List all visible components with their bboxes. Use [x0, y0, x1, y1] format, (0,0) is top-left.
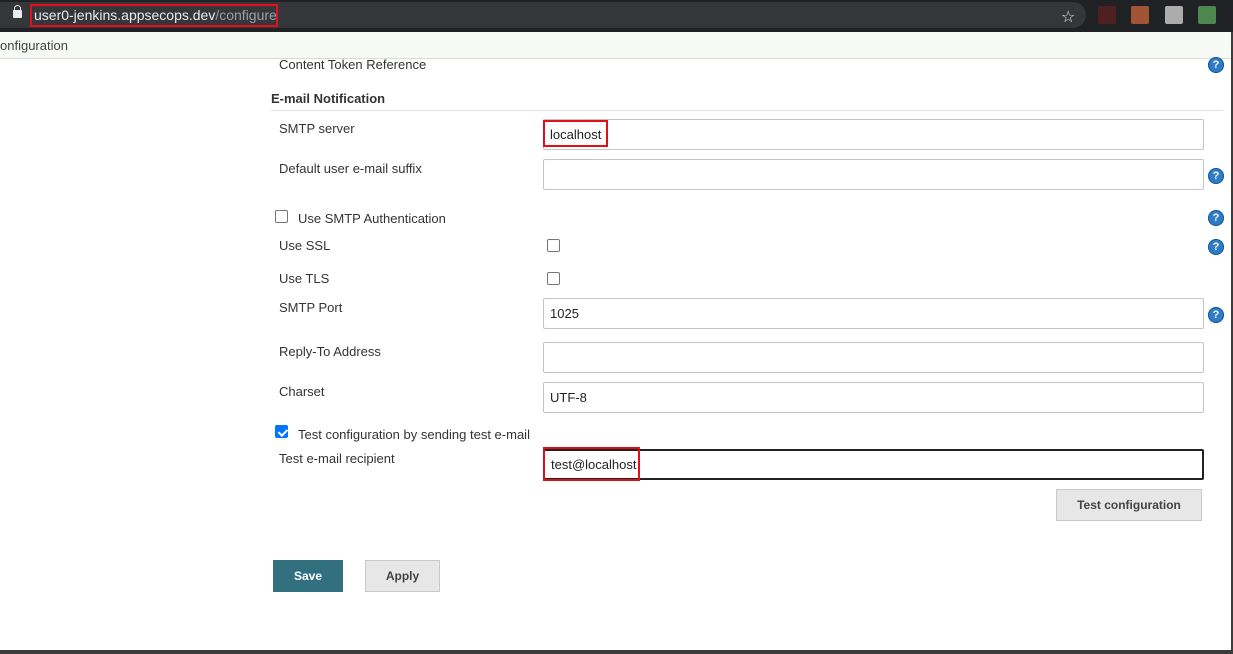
save-button[interactable]: Save: [273, 560, 343, 592]
annotation-box: [543, 120, 608, 147]
url-path: /configure: [215, 7, 277, 23]
help-icon[interactable]: ?: [1208, 210, 1224, 226]
smtp-server-label: SMTP server: [279, 121, 355, 136]
apply-button[interactable]: Apply: [365, 560, 440, 592]
use-tls-label: Use TLS: [279, 271, 330, 286]
help-icon[interactable]: ?: [1208, 307, 1224, 323]
use-ssl-label: Use SSL: [279, 238, 331, 253]
section-title-email-notification: E-mail Notification: [271, 91, 386, 106]
use-tls-checkbox[interactable]: [547, 272, 560, 285]
breadcrumb-bar: onfiguration: [0, 32, 1233, 59]
default-email-suffix-label: Default user e-mail suffix: [279, 161, 422, 176]
breadcrumb-configuration[interactable]: onfiguration: [0, 38, 68, 53]
reply-to-input[interactable]: [543, 342, 1204, 373]
test-email-recipient-input[interactable]: [543, 449, 1204, 480]
reply-to-label: Reply-To Address: [279, 344, 381, 359]
smtp-server-input[interactable]: [543, 119, 1204, 150]
use-ssl-checkbox[interactable]: [547, 239, 560, 252]
extension-icon[interactable]: [1131, 6, 1149, 24]
extension-icon[interactable]: [1098, 6, 1116, 24]
address-bar[interactable]: user0-jenkins.appsecops.dev/configure ☆: [0, 2, 1086, 28]
test-configuration-label: Test configuration by sending test e-mai…: [298, 427, 530, 442]
use-smtp-auth-label: Use SMTP Authentication: [298, 211, 446, 226]
help-icon[interactable]: ?: [1208, 57, 1224, 73]
test-email-recipient-label: Test e-mail recipient: [279, 451, 395, 466]
smtp-port-input[interactable]: [543, 298, 1204, 329]
use-smtp-auth-checkbox[interactable]: [275, 210, 288, 223]
test-configuration-checkbox[interactable]: [275, 425, 288, 438]
section-divider: [271, 110, 1223, 111]
url-text[interactable]: user0-jenkins.appsecops.dev/configure: [34, 7, 277, 23]
smtp-port-label: SMTP Port: [279, 300, 343, 315]
charset-label: Charset: [279, 384, 325, 399]
charset-input[interactable]: [543, 382, 1204, 413]
lock-icon[interactable]: [13, 5, 22, 18]
test-configuration-button[interactable]: Test configuration: [1056, 489, 1202, 521]
extension-icon[interactable]: [1165, 6, 1183, 24]
content-token-reference-label: Content Token Reference: [279, 57, 427, 72]
default-email-suffix-input[interactable]: [543, 159, 1204, 190]
extension-icon[interactable]: [1198, 6, 1216, 24]
window-border: [0, 650, 1233, 654]
annotation-box: [543, 447, 640, 481]
help-icon[interactable]: ?: [1208, 168, 1224, 184]
url-host: user0-jenkins.appsecops.dev: [34, 7, 216, 23]
help-icon[interactable]: ?: [1208, 239, 1224, 255]
bookmark-star-icon[interactable]: ☆: [1061, 7, 1075, 27]
browser-toolbar: user0-jenkins.appsecops.dev/configure ☆: [0, 0, 1233, 32]
